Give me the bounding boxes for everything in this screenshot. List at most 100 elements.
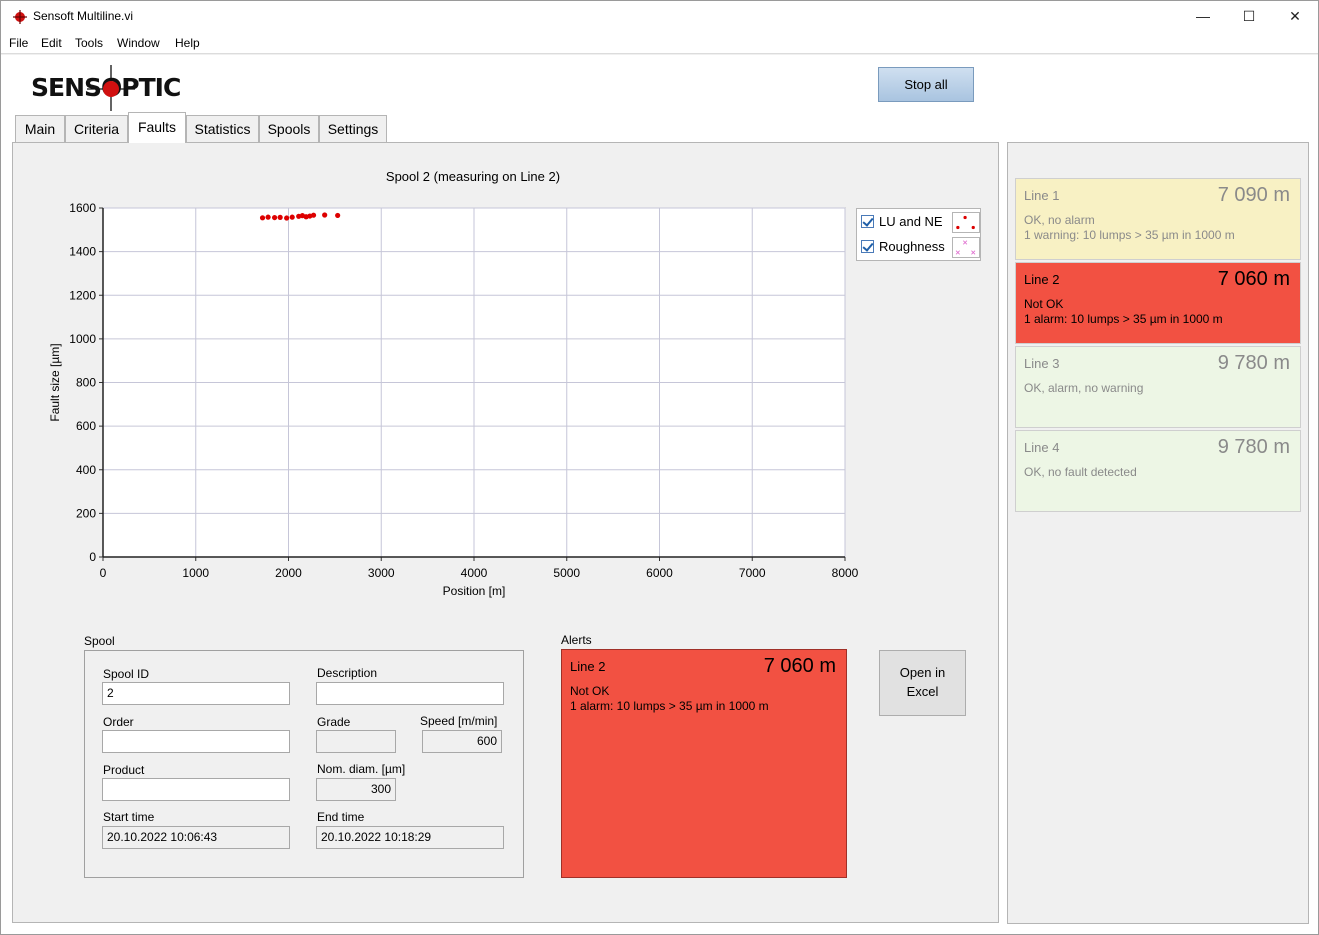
data-point (271, 214, 278, 221)
x-tick-label: 5000 (553, 566, 580, 580)
lu-ne-checkbox[interactable] (861, 215, 874, 228)
close-button[interactable]: ✕ (1272, 1, 1318, 32)
tab-faults[interactable]: Faults (128, 112, 186, 143)
line-card-status: OK, no alarm (1024, 213, 1095, 227)
line-card-2[interactable]: Line 2 7 060 m Not OK 1 alarm: 10 lumps … (1015, 262, 1301, 344)
roughness-marker-icon (952, 237, 980, 258)
line-card-1[interactable]: Line 1 7 090 m OK, no alarm 1 warning: 1… (1015, 178, 1301, 260)
start-time-field: 20.10.2022 10:06:43 (102, 826, 290, 849)
alert-detail: 1 alarm: 10 lumps > 35 µm in 1000 m (570, 699, 769, 713)
data-point (277, 214, 283, 220)
alert-line-name: Line 2 (570, 659, 606, 674)
stop-all-button[interactable]: Stop all (878, 67, 974, 102)
spool-id-label: Spool ID (103, 667, 150, 681)
y-tick-label: 1600 (69, 201, 96, 215)
sensoptic-logo: SENSOPTIC (31, 63, 191, 113)
line-card-name: Line 4 (1024, 440, 1060, 455)
menu-file[interactable]: File (9, 36, 28, 50)
alert-card: Line 2 7 060 m Not OK 1 alarm: 10 lumps … (561, 649, 847, 878)
x-tick-label: 7000 (739, 566, 766, 580)
title-bar: Sensoft Multiline.vi — ☐ ✕ (1, 1, 1318, 32)
line-card-name: Line 3 (1024, 356, 1060, 371)
x-tick-label: 0 (100, 566, 107, 580)
minimize-button[interactable]: — (1180, 1, 1226, 32)
y-axis-label: Fault size [µm] (48, 343, 62, 421)
line-card-status: OK, alarm, no warning (1024, 381, 1144, 395)
logo-crosshair-icon (87, 65, 135, 111)
y-tick-label: 1000 (69, 332, 96, 346)
start-time-label: Start time (103, 810, 155, 824)
tab-main[interactable]: Main (15, 115, 65, 143)
fault-scatter-chart[interactable]: 0 1000 2000 3000 4000 5000 6000 7000 8000 0 200 400… (41, 196, 861, 606)
y-tick-label: 0 (89, 550, 96, 564)
line-card-status: OK, no fault detected (1024, 465, 1137, 479)
legend-row-lu-ne: LU and NE (861, 212, 980, 233)
y-tick-label: 200 (76, 506, 96, 520)
legend-label-lu-ne: LU and NE (879, 214, 943, 229)
line-card-4[interactable]: Line 4 9 780 m OK, no fault detected (1015, 430, 1301, 512)
x-tick-label: 4000 (461, 566, 488, 580)
product-label: Product (103, 763, 145, 777)
menu-bar: File Edit Tools Window Help (1, 32, 1318, 54)
app-window: Sensoft Multiline.vi — ☐ ✕ File Edit Too… (0, 0, 1319, 935)
data-point (310, 212, 317, 218)
alert-status: Not OK (570, 684, 610, 698)
spool-group: Spool ID 2 Description Order Grade Speed… (84, 650, 524, 878)
y-tick-label: 800 (76, 376, 96, 390)
chart-title: Spool 2 (measuring on Line 2) (385, 169, 561, 184)
description-field[interactable] (316, 682, 504, 705)
menu-help[interactable]: Help (175, 36, 200, 50)
app-crosshair-icon (13, 10, 27, 24)
y-tick-label: 600 (76, 419, 96, 433)
line-card-detail: 1 warning: 10 lumps > 35 µm in 1000 m (1024, 228, 1235, 242)
tab-spools[interactable]: Spools (259, 115, 319, 143)
roughness-checkbox[interactable] (861, 240, 874, 253)
y-tick-label: 1400 (69, 245, 96, 259)
data-point (265, 214, 271, 220)
x-tick-label: 1000 (182, 566, 209, 580)
chart-legend: LU and NE Roughness (856, 208, 981, 261)
y-tick-label: 1200 (69, 288, 96, 302)
description-label: Description (317, 666, 378, 680)
data-point (284, 215, 290, 221)
menu-window[interactable]: Window (117, 36, 160, 50)
line-card-distance: 9 780 m (1217, 436, 1290, 458)
speed-label: Speed [m/min] (420, 714, 498, 728)
grade-label: Grade (317, 715, 351, 729)
tab-statistics[interactable]: Statistics (186, 115, 259, 143)
product-field[interactable] (102, 778, 290, 801)
data-point (335, 212, 341, 219)
excel-button-line1: Open in (899, 665, 946, 680)
y-tick-label: 400 (76, 463, 96, 477)
nom-diam-label: Nom. diam. [µm] (317, 762, 406, 776)
speed-field: 600 (422, 730, 502, 753)
tab-settings[interactable]: Settings (319, 115, 387, 143)
x-tick-label: 6000 (646, 566, 673, 580)
line-card-name: Line 2 (1024, 272, 1060, 287)
menu-edit[interactable]: Edit (41, 36, 62, 50)
tab-criteria[interactable]: Criteria (65, 115, 128, 143)
alerts-group-label: Alerts (561, 633, 592, 647)
x-tick-label: 2000 (275, 566, 302, 580)
line-card-name: Line 1 (1024, 188, 1060, 203)
end-time-label: End time (317, 810, 365, 824)
spool-id-field[interactable]: 2 (102, 682, 290, 705)
excel-button-line2: Excel (906, 684, 939, 699)
maximize-button[interactable]: ☐ (1226, 1, 1272, 32)
x-axis-label: Position [m] (443, 584, 506, 598)
line-card-distance: 7 060 m (1217, 268, 1290, 290)
menu-tools[interactable]: Tools (75, 36, 103, 50)
open-in-excel-button[interactable]: Open in Excel (879, 650, 966, 716)
grade-field (316, 730, 396, 753)
line-card-3[interactable]: Line 3 9 780 m OK, alarm, no warning (1015, 346, 1301, 428)
order-label: Order (103, 715, 134, 729)
x-tick-label: 8000 (832, 566, 859, 580)
order-field[interactable] (102, 730, 290, 753)
x-tick-label: 3000 (368, 566, 395, 580)
data-point (259, 215, 266, 221)
lu-ne-marker-icon (952, 212, 980, 233)
line-card-distance: 9 780 m (1217, 352, 1290, 374)
legend-label-roughness: Roughness (879, 239, 945, 254)
line-card-detail: 1 alarm: 10 lumps > 35 µm in 1000 m (1024, 312, 1223, 326)
window-title: Sensoft Multiline.vi (33, 9, 134, 23)
